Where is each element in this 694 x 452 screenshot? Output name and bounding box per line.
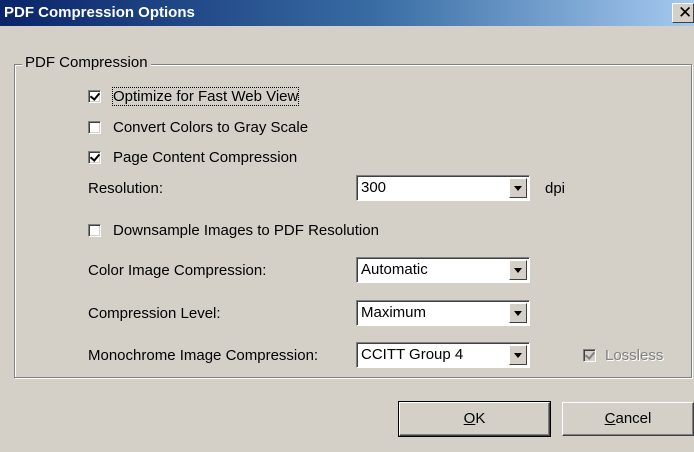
cancel-mnemonic: C — [604, 410, 616, 427]
ok-label-rest: K — [475, 410, 486, 427]
resolution-unit: dpi — [545, 180, 566, 197]
mono-compression-select[interactable]: CCITT Group 4 — [356, 342, 530, 368]
chevron-down-icon[interactable] — [509, 303, 527, 323]
downsample-label: Downsample Images to PDF Resolution — [113, 221, 379, 239]
group-legend: PDF Compression — [22, 54, 151, 71]
color-compression-label: Color Image Compression: — [88, 262, 267, 279]
compression-level-label: Compression Level: — [88, 305, 221, 322]
resolution-select[interactable]: 300 — [356, 175, 530, 201]
close-icon: ✕ — [678, 3, 693, 23]
ok-mnemonic: O — [463, 410, 476, 427]
chevron-down-icon[interactable] — [509, 260, 527, 280]
lossless-label: Lossless — [605, 346, 664, 364]
gray-scale-option[interactable]: Convert Colors to Gray Scale — [88, 117, 308, 137]
resolution-value: 300 — [361, 179, 387, 196]
page-content-option[interactable]: Page Content Compression — [88, 147, 297, 167]
fast-web-view-option[interactable]: Optimize for Fast Web View — [88, 86, 300, 106]
cancel-label-rest: ancel — [615, 410, 652, 427]
compression-level-select[interactable]: Maximum — [356, 300, 530, 326]
color-compression-select[interactable]: Automatic — [356, 257, 530, 283]
mono-compression-label: Monochrome Image Compression: — [88, 347, 319, 364]
title-bar: PDF Compression Options ✕ — [0, 0, 694, 26]
ok-button[interactable]: OK — [398, 401, 551, 437]
downsample-checkbox[interactable] — [88, 223, 101, 237]
gray-scale-label: Convert Colors to Gray Scale — [113, 118, 309, 136]
page-content-label: Page Content Compression — [113, 148, 298, 166]
close-button[interactable]: ✕ — [672, 3, 694, 23]
page-content-checkbox[interactable] — [88, 150, 101, 164]
downsample-option[interactable]: Downsample Images to PDF Resolution — [88, 220, 379, 240]
fast-web-view-checkbox[interactable] — [88, 89, 101, 103]
fast-web-view-label: Optimize for Fast Web View — [111, 86, 300, 106]
chevron-down-icon[interactable] — [509, 345, 527, 365]
cancel-button[interactable]: Cancel — [562, 402, 694, 436]
lossless-option[interactable]: Lossless — [583, 345, 663, 365]
compression-level-value: Maximum — [361, 304, 427, 321]
gray-scale-checkbox[interactable] — [88, 120, 101, 134]
chevron-down-icon[interactable] — [509, 178, 527, 198]
resolution-label: Resolution: — [88, 180, 164, 197]
window-title: PDF Compression Options — [4, 4, 195, 21]
lossless-checkbox[interactable] — [583, 348, 596, 362]
mono-compression-value: CCITT Group 4 — [361, 346, 464, 363]
color-compression-value: Automatic — [361, 261, 428, 278]
